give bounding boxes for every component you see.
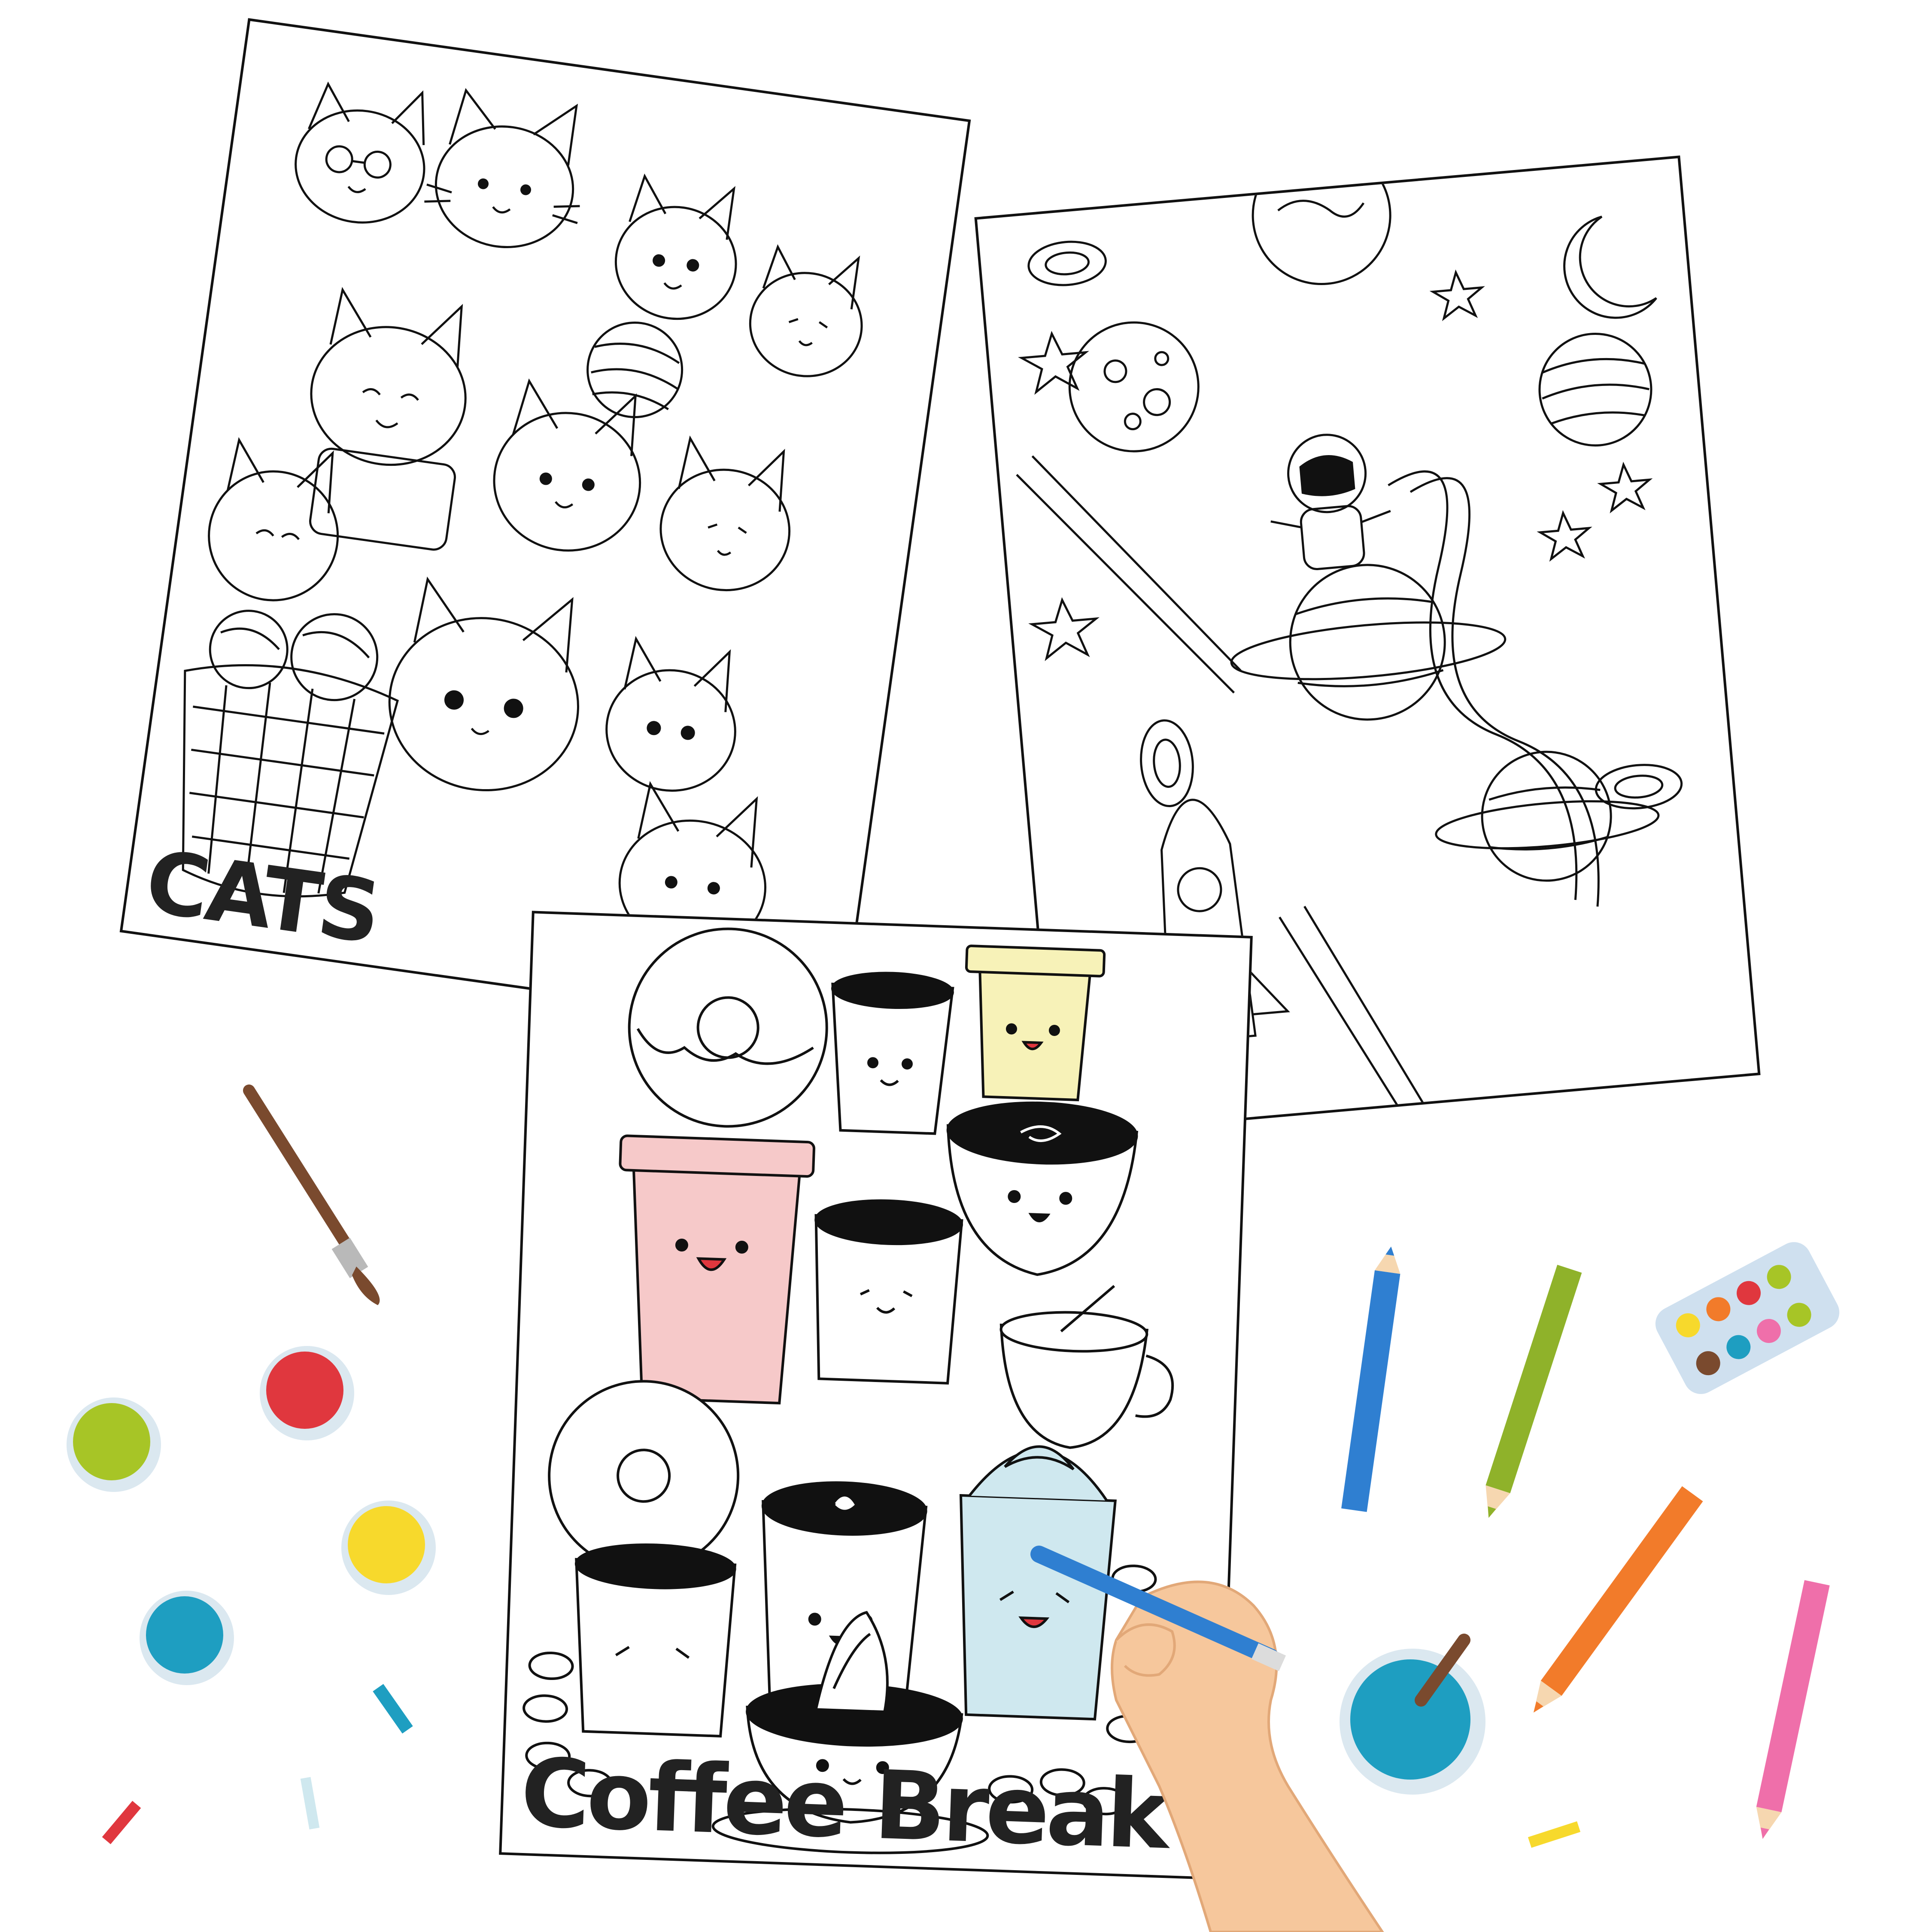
- colored-pencil-icon: [1341, 1246, 1400, 1512]
- cat-doodle: [388, 576, 579, 792]
- cat-doodle: [614, 173, 737, 320]
- colored-pencil-icon: [1533, 1486, 1703, 1713]
- coffee-mug: [831, 972, 954, 1135]
- crescent-moon: [1563, 216, 1657, 319]
- paint-drop-icon: [67, 1397, 161, 1492]
- paintbrush-icon: [243, 1084, 380, 1305]
- watercolor-palette-icon: [1655, 1242, 1840, 1394]
- crayon-chip-icon: [373, 1684, 413, 1734]
- grey-mug: [814, 1199, 963, 1385]
- paint-drop-icon: [341, 1501, 436, 1595]
- cat-doodle: [208, 437, 339, 601]
- colored-pencil-icon: [1756, 1580, 1830, 1839]
- moon-planet: [1068, 321, 1200, 453]
- astronaut: [1270, 434, 1391, 570]
- cat-doodle: [493, 378, 641, 552]
- espresso-cup: [574, 1543, 737, 1738]
- earth-planet: [1252, 158, 1391, 285]
- black-swirl-cup: [946, 1101, 1139, 1276]
- cat-doodle: [605, 636, 736, 792]
- crayon-chip-icon: [1528, 1821, 1581, 1848]
- cat-doodle: [749, 244, 863, 377]
- swirl-planet: [1435, 750, 1660, 882]
- cat-doodle: [659, 435, 791, 592]
- ringed-planet: [1230, 564, 1507, 721]
- cat-doodle: [424, 88, 580, 249]
- teacup: [999, 1285, 1174, 1449]
- yellow-cup: [965, 945, 1106, 1102]
- paint-drop-icon: [260, 1346, 354, 1440]
- donut: [628, 927, 828, 1128]
- galaxy-spirals: [1027, 240, 1683, 810]
- cat-doodle: [295, 81, 425, 224]
- crayon-chip-icon: [102, 1801, 141, 1844]
- cat-doodle: [309, 287, 467, 551]
- crayon-chip-icon: [300, 1777, 320, 1830]
- paint-drop-icon: [140, 1591, 234, 1685]
- coloring-books-scene: CATS Coffee Break: [0, 0, 1932, 1932]
- striped-planet: [1538, 332, 1653, 447]
- coloring-page-cats: CATS: [119, 18, 971, 1034]
- hand-icon: [1030, 1546, 1384, 1932]
- pink-cup: [619, 1134, 815, 1405]
